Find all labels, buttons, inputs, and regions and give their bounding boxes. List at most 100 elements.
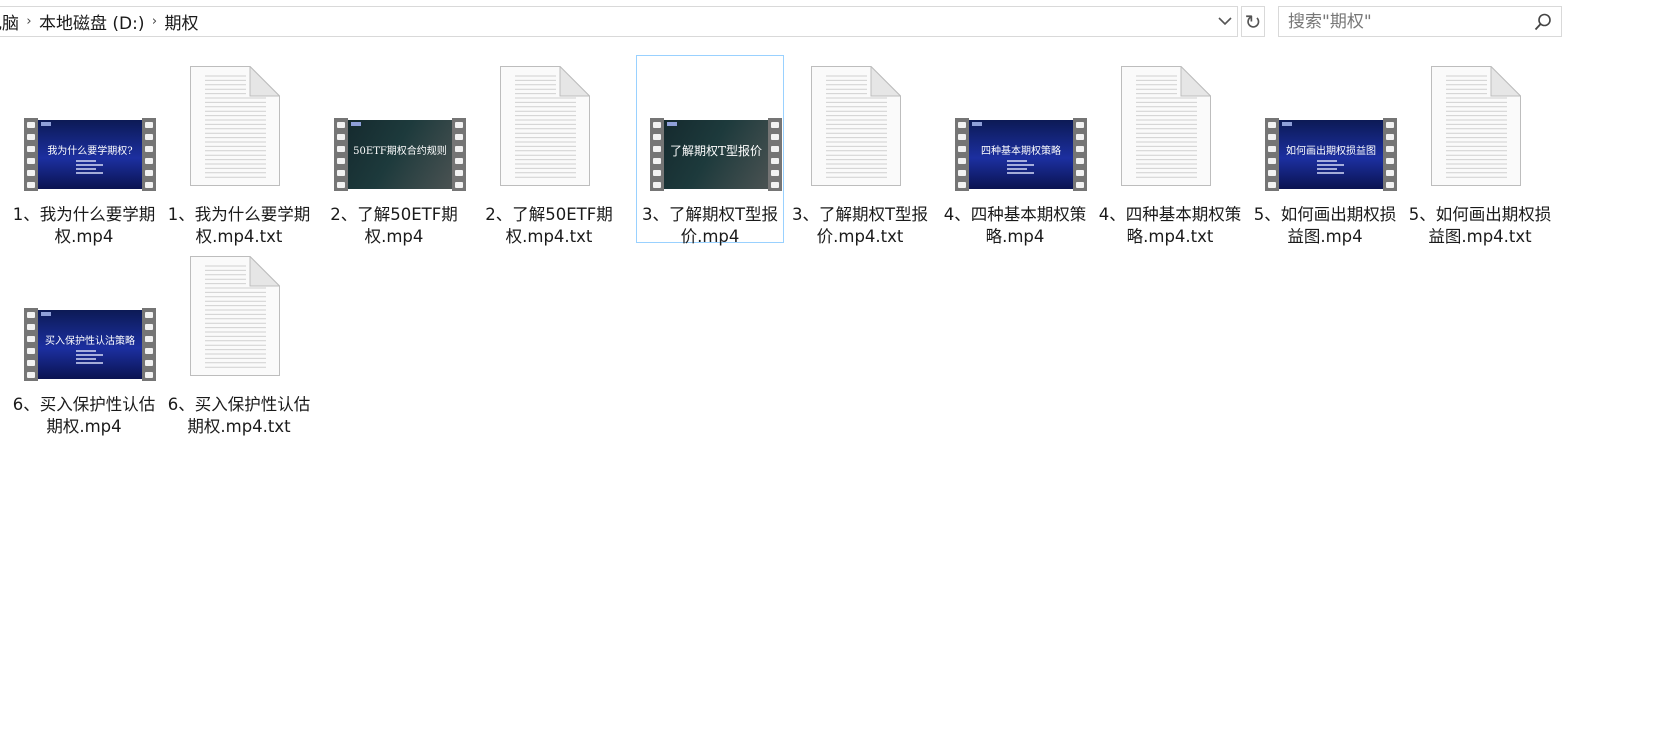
film-hole	[337, 182, 345, 188]
film-hole	[958, 134, 966, 140]
text-file-item[interactable]: 6、买入保护性认估期权.mp4.txt	[165, 245, 313, 436]
search-icon[interactable]	[1533, 12, 1553, 32]
text-file-item[interactable]: 1、我为什么要学期权.mp4.txt	[165, 55, 313, 246]
film-strip	[24, 118, 38, 191]
film-hole	[145, 134, 153, 140]
film-hole	[958, 122, 966, 128]
film-hole	[27, 134, 35, 140]
film-hole	[337, 170, 345, 176]
film-hole	[958, 170, 966, 176]
video-preview: 50ETF期权合约规则	[348, 120, 452, 189]
film-hole	[27, 336, 35, 342]
text-file-item[interactable]: 5、如何画出期权损益图.mp4.txt	[1406, 55, 1554, 246]
video-thumbnail-icon: 如何画出期权损益图	[1265, 118, 1397, 191]
film-hole	[1076, 122, 1084, 128]
address-history-dropdown[interactable]	[1213, 7, 1237, 36]
preview-text-lines	[76, 160, 110, 176]
preview-logo	[667, 122, 677, 126]
text-file-item[interactable]: 4、四种基本期权策略.mp4.txt	[1096, 55, 1244, 246]
film-hole	[1076, 170, 1084, 176]
film-strip	[1265, 118, 1279, 191]
film-hole	[145, 182, 153, 188]
preview-title: 我为什么要学期权?	[47, 146, 133, 157]
film-hole	[145, 336, 153, 342]
file-name-label: 5、如何画出期权损益图.mp4	[1253, 205, 1397, 246]
film-hole	[455, 170, 463, 176]
film-hole	[1268, 170, 1276, 176]
breadcrumb-current-folder[interactable]: 期权	[163, 9, 201, 34]
film-hole	[1076, 134, 1084, 140]
preview-logo	[41, 312, 51, 316]
film-hole	[455, 182, 463, 188]
breadcrumb: 电脑 › 本地磁盘 (D:) › 期权	[0, 7, 201, 36]
preview-logo	[41, 122, 51, 126]
film-hole	[771, 158, 779, 164]
film-hole	[27, 146, 35, 152]
video-thumbnail-icon: 了解期权T型报价	[650, 118, 782, 191]
film-hole	[145, 360, 153, 366]
refresh-button[interactable]: ↻	[1241, 6, 1265, 37]
film-hole	[958, 146, 966, 152]
video-file-item[interactable]: 买入保护性认沽策略 6、买入保护性认估期权.mp4	[10, 245, 158, 436]
film-hole	[653, 158, 661, 164]
film-hole	[27, 372, 35, 378]
film-hole	[771, 146, 779, 152]
film-hole	[1386, 158, 1394, 164]
film-hole	[1076, 158, 1084, 164]
film-hole	[771, 170, 779, 176]
address-bar[interactable]: 电脑 › 本地磁盘 (D:) › 期权	[0, 6, 1238, 37]
preview-text-lines	[1317, 160, 1351, 176]
refresh-icon: ↻	[1244, 9, 1262, 34]
film-hole	[455, 146, 463, 152]
film-hole	[145, 122, 153, 128]
film-strip	[650, 118, 664, 191]
film-hole	[27, 324, 35, 330]
video-preview: 四种基本期权策略	[969, 120, 1073, 189]
film-strip	[142, 308, 156, 381]
film-hole	[771, 122, 779, 128]
preview-text-lines	[1007, 160, 1041, 176]
film-hole	[27, 122, 35, 128]
film-hole	[145, 146, 153, 152]
video-file-item[interactable]: 如何画出期权损益图 5、如何画出期权损益图.mp4	[1251, 55, 1399, 246]
text-file-item[interactable]: 2、了解50ETF期权.mp4.txt	[475, 55, 623, 246]
film-hole	[27, 348, 35, 354]
film-hole	[455, 134, 463, 140]
text-document-icon	[1431, 66, 1521, 186]
preview-title: 买入保护性认沽策略	[45, 336, 135, 347]
file-name-label: 3、了解期权T型报价.mp4	[641, 205, 779, 246]
file-name-label: 5、如何画出期权损益图.mp4.txt	[1408, 205, 1552, 246]
film-hole	[145, 170, 153, 176]
text-file-item[interactable]: 3、了解期权T型报价.mp4.txt	[786, 55, 934, 246]
film-hole	[1386, 122, 1394, 128]
film-hole	[1386, 170, 1394, 176]
file-name-label: 6、买入保护性认估期权.mp4.txt	[167, 395, 311, 436]
preview-title: 如何画出期权损益图	[1286, 146, 1376, 157]
text-document-icon	[500, 66, 590, 186]
video-file-item[interactable]: 了解期权T型报价 3、了解期权T型报价.mp4	[636, 55, 784, 246]
film-strip	[452, 118, 466, 191]
breadcrumb-this-pc[interactable]: 电脑	[0, 9, 21, 34]
preview-title: 四种基本期权策略	[981, 146, 1061, 157]
video-file-item[interactable]: 四种基本期权策略 4、四种基本期权策略.mp4	[941, 55, 1089, 246]
chevron-down-icon	[1218, 17, 1232, 26]
search-input[interactable]	[1279, 7, 1528, 36]
film-hole	[653, 122, 661, 128]
film-strip	[1073, 118, 1087, 191]
film-strip	[334, 118, 348, 191]
search-box[interactable]	[1278, 6, 1562, 37]
film-hole	[27, 312, 35, 318]
video-thumbnail-icon: 四种基本期权策略	[955, 118, 1087, 191]
film-strip	[768, 118, 782, 191]
preview-logo	[351, 122, 361, 126]
video-thumbnail-icon: 50ETF期权合约规则	[334, 118, 466, 191]
film-hole	[1268, 146, 1276, 152]
breadcrumb-separator-icon[interactable]: ›	[147, 14, 163, 29]
text-document-icon	[190, 66, 280, 186]
video-file-item[interactable]: 我为什么要学期权? 1、我为什么要学期权.mp4	[10, 55, 158, 246]
video-file-item[interactable]: 50ETF期权合约规则 2、了解50ETF期权.mp4	[320, 55, 468, 246]
breadcrumb-separator-icon[interactable]: ›	[21, 14, 37, 29]
film-hole	[1076, 146, 1084, 152]
breadcrumb-local-disk[interactable]: 本地磁盘 (D:)	[37, 9, 147, 34]
film-strip	[1383, 118, 1397, 191]
